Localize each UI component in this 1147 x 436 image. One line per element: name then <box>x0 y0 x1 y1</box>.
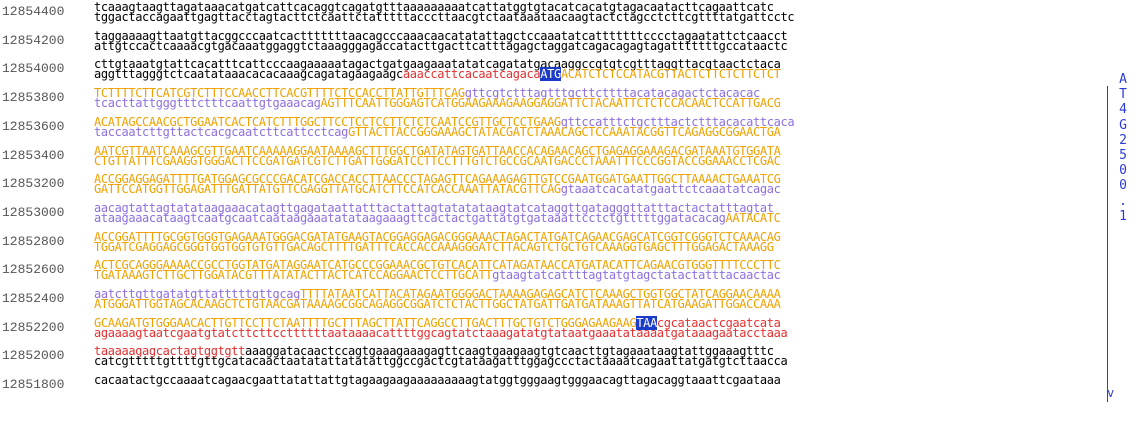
noncoding-sequence: tggactaccagaattgagttacctagtacttctcaattct… <box>94 10 795 24</box>
sequence-block: TCTTTTCTTCATCGTCTTTCCAACCTTCACGTTTTCTCCA… <box>94 87 781 111</box>
exon-sequence: AATACATC <box>725 210 781 225</box>
gene-track[interactable]: AT4G2500.1 <box>1106 72 1136 406</box>
utr-sequence: agaaaagtaatcgaatgtatcttcttccttttttaataaa… <box>94 325 788 340</box>
coordinate-label: 12853000 <box>2 204 65 220</box>
sequence-viewer: 12854400 tcaaagtaagttagataaacatgatcattcac… <box>0 0 1100 436</box>
coordinate-label: 12852200 <box>2 319 65 335</box>
sequence-line: taccaatcttgttactcacgcaatcttcattcctcagGTT… <box>94 124 794 139</box>
utr-sequence: aaaccattcacaatcagaca <box>402 67 541 82</box>
sequence-block: taaaaagagcactagtggtgttaaaggatacaactccagt… <box>94 345 788 369</box>
sequence-line: ataagaaacataagtcaatgcaatcaataagaaatatata… <box>94 210 781 225</box>
gene-label-char: 2 <box>1119 132 1127 148</box>
coordinate-label: 12852600 <box>2 262 65 278</box>
coordinate-label: 12851800 <box>2 377 65 393</box>
sequence-block: ACTCGCAGGGAAAACCGCCTGGTATGATAGGAATCATGCC… <box>94 259 781 283</box>
sequence-block: aatcttgttgatatgttatttttgttgcagTTTTATAATC… <box>94 288 781 311</box>
coordinate-label: 12853800 <box>2 90 65 106</box>
sequence-line: TGATAAAGTCTTGCTTGGATACGTTTATATACTTACTCAT… <box>94 268 781 283</box>
sequence-line: tggactaccagaattgagttacctagtacttctcaattct… <box>94 10 795 24</box>
exon-sequence: ACATCTCTCCATACGTTACTCTTCTCTTCTCT <box>560 67 781 82</box>
coordinate-label: 12853600 <box>2 118 65 134</box>
sequence-block: GCAAGATGTGGGAACACTTGTTCCTTCTAATTTTGCTTTA… <box>94 315 788 340</box>
gene-label-char: 1 <box>1119 208 1127 224</box>
sequence-block: taggaaaagttaatgttacggcccaatcactttttttaac… <box>94 30 788 53</box>
gene-label-char: 0 <box>1119 178 1127 194</box>
sequence-block: ACATAGCCAACGCTGGAATCACTCATCTTTGGCTTCCTCC… <box>94 116 795 139</box>
sequence-block: AATCGTTAATCAAAGCGTTGAATCAAAAAGGAATAAAAGC… <box>94 145 781 168</box>
gene-label-char: 4 <box>1119 102 1127 118</box>
coordinate-label: 12854400 <box>2 4 65 19</box>
intron-sequence: taccaatcttgttactcacgcaatcttcattcctcag <box>94 124 348 139</box>
noncoding-sequence: catcgtttttgttttgttgcatacaactaatatattatat… <box>94 354 788 369</box>
gene-label-char: 0 <box>1119 163 1127 179</box>
exon-sequence: TGGATCGAGGAGCGGGTGGTGGTGTGTTGACAGCTTTTGA… <box>94 239 774 254</box>
sequence-block: ACCGGAGGAGATTTTGATGGAGCGCCCGACATCGACCACC… <box>94 173 781 197</box>
sequence-line: catcgtttttgttttgttgcatacaactaatatattatat… <box>94 354 788 369</box>
sequence-line: TGGATCGAGGAGCGGGTGGTGGTGTGTTGACAGCTTTTGA… <box>94 239 780 254</box>
codon-highlight[interactable]: ATG <box>540 67 561 82</box>
sequence-block: cacaatactgccaaaatcagaacgaattatattattgtag… <box>94 373 781 395</box>
strand-arrow-icon: v <box>1107 386 1115 400</box>
exon-sequence: CTGTTATTTCGAAGGTGGGACTTCCGATGATCGTCTTGAT… <box>94 153 781 168</box>
gene-label-char: A <box>1119 72 1127 87</box>
sequence-line: ATGGGATTGGTAGCACAAGCTCTGTAACGATAAAAGCGGC… <box>94 297 781 311</box>
coordinate-label: 12852000 <box>2 348 65 364</box>
exon-sequence: ATGGGATTGGTAGCACAAGCTCTGTAACGATAAAAGCGGC… <box>94 297 781 311</box>
sequence-block: ACCGGATTTTGCGGTGGGTGAGAAATGGGACGATATGAAG… <box>94 231 781 254</box>
noncoding-sequence: attgtccactcaaaacgtgacaaatggaggtctaaaggga… <box>94 38 788 53</box>
sequence-line: CTGTTATTTCGAAGGTGGGACTTCCGATGATCGTCTTGAT… <box>94 153 781 168</box>
gene-label-char: G <box>1119 117 1127 133</box>
sequence-line: GATTCCATGGTTGGAGATTTGATTATGTTCGAGGTTATGC… <box>94 182 781 197</box>
exon-sequence: TGATAAAGTCTTGCTTGGATACGTTTATATACTTACTCAT… <box>94 268 493 283</box>
exon-sequence: GTTACTTACCGGGAAAGCTATACGATCTAAACAGCTCCAA… <box>348 124 781 139</box>
sequence-line: tcacttattgggtttctttcaattgtgaaacagAGTTTCA… <box>94 96 781 111</box>
coordinate-label: 12853400 <box>2 147 65 163</box>
noncoding-sequence: aggtttagggtctcaatataaacacacaaagcagatagaa… <box>94 67 403 82</box>
coordinate-label: 12852800 <box>2 233 65 249</box>
intron-sequence: gtaaatcacatatgaattctcaaatatcagac <box>560 182 781 197</box>
sequence-block: cttgtaaatgtattcacatttcattcccaagaaaaataga… <box>94 58 781 82</box>
sequence-line: attgtccactcaaaacgtgacaaatggaggtctaaaggga… <box>94 38 788 53</box>
sequence-block: tcaaagtaagttagataaacatgatcattcacaggtcaga… <box>94 1 795 24</box>
intron-sequence: gtaagtatcattttagtatgtagctatactatttacaact… <box>492 268 781 283</box>
coordinate-label: 12854000 <box>2 61 65 77</box>
exon-sequence: GATTCCATGGTTGGAGATTTGATTATGTTCGAGGTTATGC… <box>94 182 561 197</box>
coordinate-label: 12853200 <box>2 176 65 192</box>
gene-track-line <box>1107 86 1108 402</box>
coordinate-label: 12854200 <box>2 32 65 48</box>
gene-label-char: . <box>1119 193 1127 209</box>
sequence-block: aacagtattagtatataagaaacatagttgagataattat… <box>94 202 781 225</box>
sequence-line: cacaatactgccaaaatcagaacgaattatattattgtag… <box>94 373 781 388</box>
gene-label-char: 5 <box>1119 148 1127 164</box>
sequence-line: agaaaagtaatcgaatgtatcttcttccttttttaataaa… <box>94 325 788 340</box>
intron-sequence: ataagaaacataagtcaatgcaatcaataagaaatatata… <box>94 210 726 225</box>
sequence-line: aggtttagggtctcaatataaacacacaaagcagatagaa… <box>94 67 781 82</box>
exon-sequence: AGTTTCAATTGGGAGTCATGGAAGAAAGAAGGAGGATTCT… <box>320 96 781 111</box>
noncoding-sequence: cacaatactgccaaaatcagaacgaattatattattgtag… <box>94 373 781 388</box>
coordinate-label: 12852400 <box>2 291 65 306</box>
gene-label[interactable]: AT4G2500.1 <box>1116 72 1130 224</box>
intron-sequence: tcacttattgggtttctttcaattgtgaaacag <box>94 96 321 111</box>
gene-label-char: T <box>1119 87 1127 103</box>
